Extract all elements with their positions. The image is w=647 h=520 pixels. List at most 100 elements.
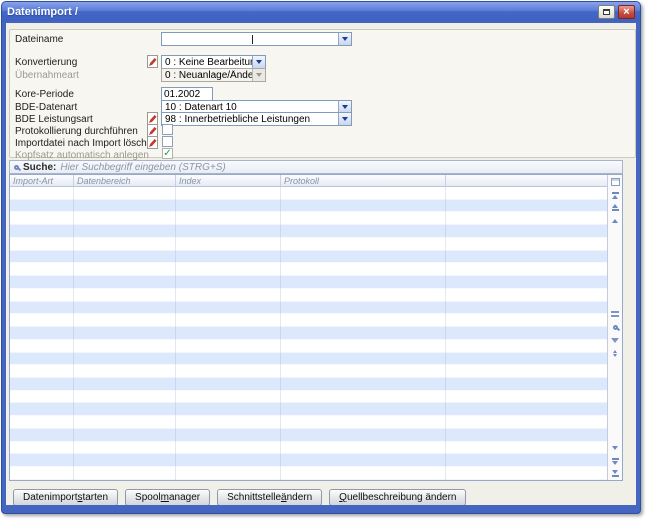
table-row[interactable] <box>10 263 607 276</box>
table-cell <box>176 391 281 404</box>
list-icon <box>611 311 619 319</box>
filter-button[interactable] <box>609 335 622 346</box>
table-cell <box>281 238 446 251</box>
table-cell <box>281 467 446 480</box>
arrow-down-icon <box>612 446 618 450</box>
protokollierung-checkbox[interactable] <box>162 124 173 135</box>
table-cell <box>446 212 607 225</box>
table-row[interactable] <box>10 365 607 378</box>
table-row[interactable] <box>10 225 607 238</box>
search-label: Suche: <box>23 162 56 173</box>
importdatei-checkbox[interactable] <box>162 136 173 147</box>
bde-datenart-label: BDE-Datenart <box>15 102 77 113</box>
restore-button[interactable] <box>598 5 615 19</box>
column-header-protokoll[interactable]: Protokoll <box>281 175 446 186</box>
table-cell <box>446 327 607 340</box>
table-row[interactable] <box>10 442 607 455</box>
column-header-import-art[interactable]: Import-Art <box>10 175 74 186</box>
bde-leistungsart-select[interactable]: 98 : Innerbetriebliche Leistungen <box>161 112 352 126</box>
table-row[interactable] <box>10 212 607 225</box>
kore-periode-label: Kore-Periode <box>15 89 74 100</box>
table-cell <box>176 454 281 467</box>
list-view-button[interactable] <box>609 309 622 320</box>
table-row[interactable] <box>10 327 607 340</box>
table-cell <box>176 302 281 315</box>
table-row[interactable] <box>10 378 607 391</box>
scroll-pageup-button[interactable] <box>609 202 622 213</box>
schnittstelle-aendern-button[interactable]: Schnittstelle ändern <box>217 489 322 505</box>
table-row[interactable] <box>10 276 607 289</box>
column-header-index[interactable]: Index <box>176 175 281 186</box>
table-row[interactable] <box>10 289 607 302</box>
table-cell <box>281 200 446 213</box>
table-cell <box>281 391 446 404</box>
table-cell <box>74 467 176 480</box>
column-header-blank[interactable] <box>446 175 607 186</box>
table-cell <box>281 327 446 340</box>
konvertierung-edit-button[interactable] <box>147 55 158 68</box>
table-row[interactable] <box>10 340 607 353</box>
table-cell <box>10 442 74 455</box>
bde-leistungsart-dropdown-button[interactable] <box>338 113 351 125</box>
table-row[interactable] <box>10 454 607 467</box>
titlebar[interactable]: Datenimport / × <box>2 2 640 21</box>
table-cell <box>176 314 281 327</box>
scroll-down-button[interactable] <box>609 442 622 453</box>
sort-icon <box>613 350 617 357</box>
table-cell <box>176 276 281 289</box>
table-cell <box>176 467 281 480</box>
table-cell <box>446 416 607 429</box>
table-cell <box>74 225 176 238</box>
table-cell <box>446 225 607 238</box>
quellbeschreibung-aendern-button[interactable]: Quellbeschreibung ändern <box>329 489 466 505</box>
table-cell <box>176 263 281 276</box>
table-cell <box>10 263 74 276</box>
dateiname-input[interactable] <box>161 32 352 46</box>
table-cell <box>10 353 74 366</box>
scroll-up-button[interactable] <box>609 215 622 226</box>
table-cell <box>281 454 446 467</box>
konvertierung-dropdown-button[interactable] <box>252 56 265 68</box>
table-cell <box>446 302 607 315</box>
close-button[interactable]: × <box>618 5 635 19</box>
table-row[interactable] <box>10 416 607 429</box>
table-cell <box>176 416 281 429</box>
column-chooser-button[interactable] <box>609 176 622 187</box>
search-bar[interactable]: Suche: Hier Suchbegriff eingeben (STRG+S… <box>9 160 623 174</box>
spoolmanager-button[interactable]: Spoolmanager <box>125 489 210 505</box>
table-cell <box>74 353 176 366</box>
scroll-last-button[interactable] <box>609 468 622 479</box>
table-search-button[interactable] <box>609 322 622 333</box>
scroll-pagedown-button[interactable] <box>609 455 622 466</box>
konvertierung-select[interactable]: 0 : Keine Bearbeitung <box>161 55 266 69</box>
importdatei-edit-button[interactable] <box>147 136 158 149</box>
table-row[interactable] <box>10 429 607 442</box>
table-cell <box>281 429 446 442</box>
table-row[interactable] <box>10 302 607 315</box>
table-row[interactable] <box>10 200 607 213</box>
table-row[interactable] <box>10 238 607 251</box>
sort-button[interactable] <box>609 348 622 359</box>
scroll-first-icon <box>612 195 618 199</box>
table-cell <box>176 289 281 302</box>
table-cell <box>281 403 446 416</box>
table-row[interactable] <box>10 187 607 200</box>
table-cell <box>74 187 176 200</box>
chevron-down-icon <box>342 37 348 41</box>
table-cell <box>176 378 281 391</box>
scroll-first-button[interactable] <box>609 189 622 200</box>
dateiname-browse-button[interactable] <box>338 33 351 45</box>
table-row[interactable] <box>10 353 607 366</box>
uebernahmeart-dropdown-button <box>252 69 265 81</box>
table-row[interactable] <box>10 403 607 416</box>
table-row[interactable] <box>10 391 607 404</box>
datenimport-starten-button[interactable]: Datenimport starten <box>13 489 118 505</box>
table-cell <box>281 340 446 353</box>
table-row[interactable] <box>10 251 607 264</box>
table-row[interactable] <box>10 314 607 327</box>
window-title: Datenimport / <box>7 6 78 18</box>
table-cell <box>281 442 446 455</box>
table-row[interactable] <box>10 467 607 480</box>
kore-periode-input[interactable] <box>161 87 213 101</box>
column-header-datenbereich[interactable]: Datenbereich <box>74 175 176 186</box>
